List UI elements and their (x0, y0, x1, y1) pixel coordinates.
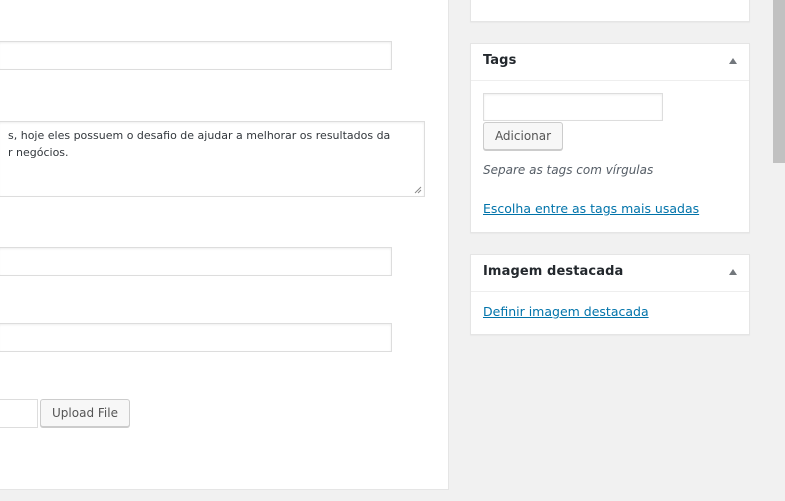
set-featured-image-link[interactable]: Definir imagem destacada (483, 304, 649, 319)
tags-box-title: Tags (483, 53, 517, 68)
file-path-field[interactable] (0, 399, 38, 428)
text-field-1[interactable] (0, 41, 392, 70)
resize-grip-icon[interactable] (414, 186, 422, 194)
post-edit-panel: s, hoje eles possuem o desafio de ajudar… (0, 0, 449, 490)
text-field-3[interactable] (0, 323, 392, 352)
most-used-tags-link[interactable]: Escolha entre as tags mais usadas (483, 201, 699, 216)
tag-input[interactable] (483, 93, 663, 121)
tags-box: Tags Adicionar Separe as tags com vírgul… (470, 43, 750, 233)
tags-box-header[interactable]: Tags (471, 44, 749, 81)
featured-image-box: Imagem destacada Definir imagem destacad… (470, 254, 750, 335)
featured-image-box-header[interactable]: Imagem destacada (471, 255, 749, 292)
triangle-up-icon[interactable] (729, 58, 737, 64)
scrollbar-thumb[interactable] (773, 0, 785, 163)
upload-file-button[interactable]: Upload File (40, 399, 130, 427)
textarea-line-2: r negócios. (8, 146, 69, 159)
textarea-line-1: s, hoje eles possuem o desafio de ajudar… (8, 129, 391, 142)
text-field-2[interactable] (0, 247, 392, 276)
tags-hint: Separe as tags com vírgulas (483, 163, 654, 177)
featured-image-box-title: Imagem destacada (483, 264, 624, 279)
description-textarea[interactable]: s, hoje eles possuem o desafio de ajudar… (0, 121, 425, 197)
scrollbar[interactable] (773, 0, 785, 501)
triangle-up-icon[interactable] (729, 269, 737, 275)
add-tag-button[interactable]: Adicionar (483, 122, 563, 150)
sidebar-box-top (470, 0, 750, 22)
